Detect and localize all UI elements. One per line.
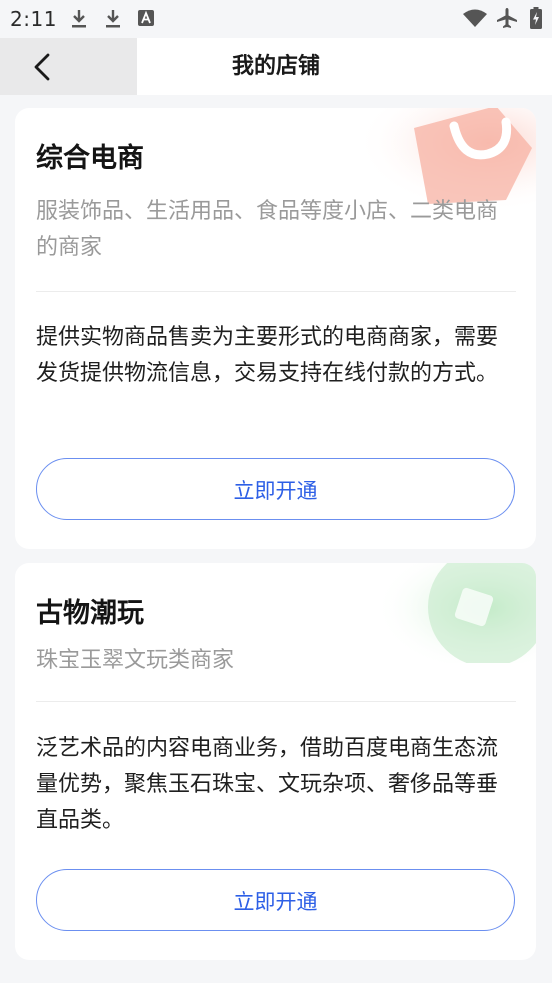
status-time: 2:11: [10, 7, 57, 31]
open-store-button[interactable]: 立即开通: [36, 869, 515, 931]
card-description: 提供实物商品售卖为主要形式的电商商家，需要发货提供物流信息，交易支持在线付款的方…: [36, 325, 499, 386]
card-subtitle: 珠宝玉翠文玩类商家: [36, 648, 235, 673]
chevron-left-icon: [34, 53, 50, 81]
card-divider: [36, 291, 516, 292]
card-title: 古物潮玩: [36, 598, 144, 629]
status-bar: 2:11: [0, 0, 552, 38]
wifi-icon: [462, 8, 488, 32]
a-badge-icon: [138, 10, 154, 30]
download-icon: [104, 9, 122, 33]
store-type-card-ecommerce: 综合电商 服装饰品、生活用品、食品等度小店、二类电商的商家 提供实物商品售卖为主…: [15, 108, 536, 549]
store-type-card-antiques: 古物潮玩 珠宝玉翠文玩类商家 泛艺术品的内容电商业务，借助百度电商生态流量优势，…: [15, 563, 536, 960]
card-subtitle: 服装饰品、生活用品、食品等度小店、二类电商的商家: [36, 199, 499, 260]
shopping-bag-icon: [346, 108, 536, 208]
open-store-button[interactable]: 立即开通: [36, 458, 515, 520]
card-title: 综合电商: [36, 143, 144, 174]
airplane-mode-icon: [496, 7, 518, 33]
back-button[interactable]: [0, 38, 137, 95]
download-icon: [70, 9, 88, 33]
card-description: 泛艺术品的内容电商业务，借助百度电商生态流量优势，聚焦玉石珠宝、文玩杂项、奢侈品…: [36, 736, 499, 833]
nav-bar: 我的店铺: [0, 38, 552, 95]
battery-charging-icon: [530, 7, 542, 33]
card-divider: [36, 701, 516, 702]
